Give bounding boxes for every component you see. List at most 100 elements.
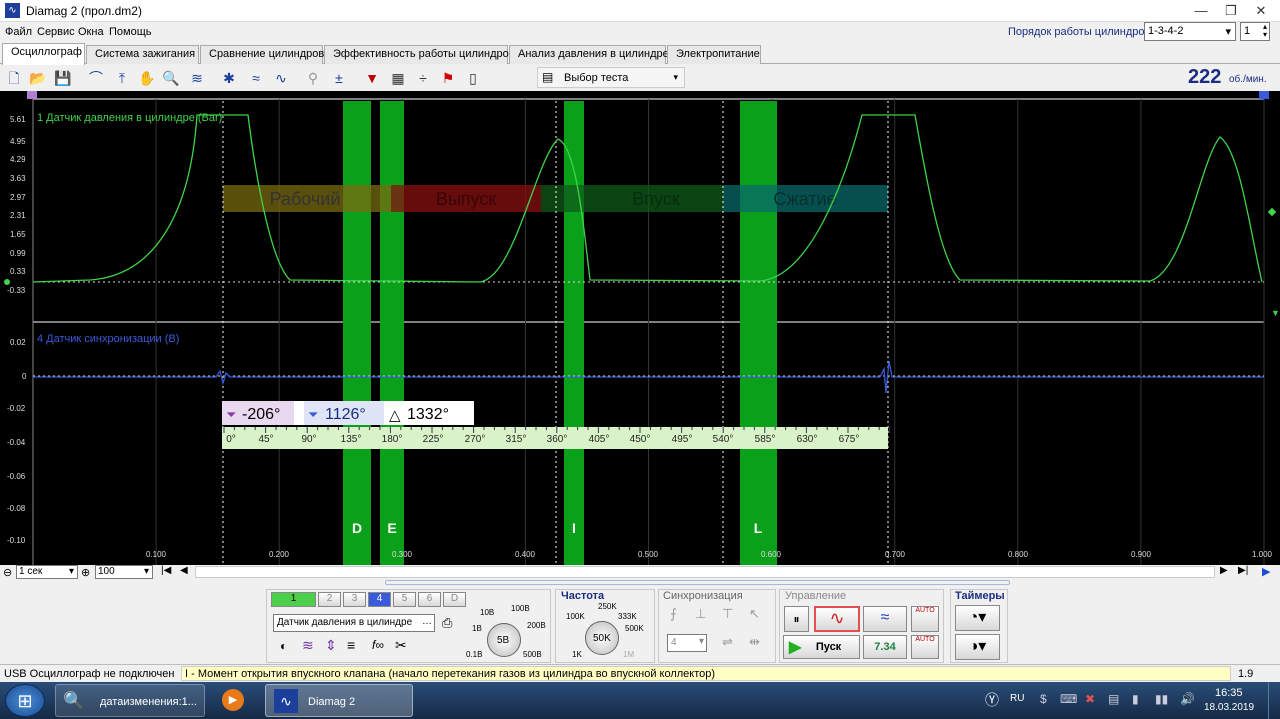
volume-icon[interactable]: 🔊 — [1180, 692, 1195, 706]
tab-cylinder-efficiency[interactable]: Эффективность работы цилиндров — [324, 45, 515, 64]
step-down-icon[interactable]: ⊤ — [722, 606, 733, 622]
menu-file[interactable]: Файл — [5, 26, 32, 38]
lines-icon[interactable]: ≡ — [347, 637, 355, 653]
cursor-icon[interactable]: ✱ — [219, 68, 239, 88]
hand-pan-icon[interactable]: ✋ — [137, 68, 157, 88]
sensor-select[interactable]: Датчик давления в цилиндре … — [273, 614, 435, 632]
scroll-down-arrow[interactable]: ▼ — [1271, 308, 1280, 318]
split-icon[interactable]: ÷ — [413, 68, 433, 88]
signal-icon[interactable]: ▮▮ — [1155, 692, 1168, 706]
channel-6-button[interactable]: 6 — [418, 592, 441, 607]
pause-button[interactable]: ⏸ — [784, 606, 809, 632]
rising-edge-icon[interactable]: ⨍ — [670, 606, 677, 622]
page-icon[interactable]: ▯ — [463, 68, 483, 88]
channel-1-button[interactable]: 1 — [271, 592, 316, 607]
channel-3-button[interactable]: 3 — [343, 592, 366, 607]
clock-time[interactable]: 16:35 — [1215, 687, 1243, 699]
oscilloscope-display[interactable]: Рабочий Выпуск Впуск Сжатие 1 Датчик дав… — [0, 91, 1280, 565]
timebase-select[interactable]: 1 сек ▾ — [16, 565, 78, 579]
minimize-button[interactable]: — — [1186, 0, 1216, 22]
scroll-last-icon[interactable]: ▶| — [1238, 565, 1248, 576]
tab-power[interactable]: Электропитание — [667, 45, 761, 64]
horizontal-scrollbar[interactable] — [195, 566, 1215, 578]
reset-icon[interactable]: ± — [329, 68, 349, 88]
sync-channel-select[interactable]: 4 ▾ — [667, 634, 707, 652]
filter-icon[interactable]: ▼ — [362, 68, 382, 88]
vertical-scale-icon[interactable]: ⇕ — [325, 637, 337, 654]
step-up-icon[interactable]: ⊥ — [695, 606, 706, 622]
grid-icon[interactable]: ▦ — [388, 68, 408, 88]
sync-level-icon[interactable]: ⇌ — [722, 634, 733, 650]
sync-arrows-icon[interactable]: ⇹ — [749, 634, 760, 650]
start-menu-button[interactable]: ⊞ — [5, 684, 45, 717]
channel-4-button[interactable]: 4 — [368, 592, 391, 607]
overlay-icon[interactable]: ∿ — [271, 68, 291, 88]
menu-service[interactable]: Сервис — [37, 26, 75, 38]
stack-icon[interactable]: ≋ — [187, 68, 207, 88]
menu-help[interactable]: Помощь — [109, 26, 152, 38]
show-desktop-button[interactable] — [1268, 682, 1280, 719]
tab-cylinder-compare[interactable]: Сравнение цилиндров — [200, 45, 324, 64]
scale-y-icon[interactable]: ⤒ — [112, 68, 132, 88]
voltage-knob[interactable]: 5В — [487, 623, 521, 657]
channel-2-button[interactable]: 2 — [318, 592, 341, 607]
tab-ignition[interactable]: Система зажигания — [86, 45, 199, 64]
tab-pressure-analysis[interactable]: Анализ давления в цилиндре — [509, 45, 669, 64]
cylinder-order-select[interactable]: 1-3-4-2 ▾ — [1144, 22, 1236, 41]
zoom-out-icon[interactable]: ⊖ — [3, 566, 12, 579]
panel-collapse-bar[interactable] — [385, 580, 1010, 585]
probe-icon[interactable]: ◐ — [280, 639, 287, 653]
new-file-icon[interactable]: 🗋 — [4, 68, 24, 88]
auto-icon[interactable]: ⚲ — [303, 68, 323, 88]
zoom-select[interactable]: 100 ▾ — [95, 565, 153, 579]
channel-d-button[interactable]: D — [443, 592, 466, 607]
battery-icon[interactable]: ▮ — [1132, 692, 1139, 706]
taskbar-item-diamag[interactable]: ∿ Diamag 2 — [265, 684, 413, 717]
tab-oscilloscope[interactable]: Осциллограф — [2, 43, 85, 65]
play-icon[interactable]: ▶ — [1262, 565, 1270, 578]
auto-trigger-button[interactable]: AUTO — [911, 606, 939, 632]
flag-icon[interactable]: ⚑ — [438, 68, 458, 88]
menu-windows[interactable]: Окна — [78, 26, 104, 38]
test-select[interactable]: ▤ Выбор теста ▾ — [537, 67, 685, 88]
cursor1-handle[interactable] — [27, 91, 37, 99]
clock-date[interactable]: 18.03.2019 — [1204, 702, 1254, 713]
frequency-knob[interactable]: 50K — [585, 621, 619, 655]
scroll-first-icon[interactable]: |◀ — [161, 565, 171, 576]
network-icon[interactable]: ▤ — [1108, 692, 1119, 706]
timer-1-button[interactable]: ◔▾ — [955, 605, 1000, 631]
channel-5-button[interactable]: 5 — [393, 592, 416, 607]
cylinder-number-spinner[interactable]: 1 ▴ ▾ — [1240, 22, 1270, 41]
taskbar-item-media[interactable]: ▶ — [210, 684, 260, 717]
close-button[interactable]: ✕ — [1246, 0, 1276, 22]
taskbar-item-search[interactable]: 🔍 датаизменения:1... — [55, 684, 205, 717]
scroll-right-icon[interactable]: ▶ — [1220, 565, 1228, 576]
single-wave-button[interactable]: ∿ — [814, 606, 860, 632]
auto-record-button[interactable]: AUTO — [911, 635, 939, 659]
timer-2-button[interactable]: ◑▾ — [955, 634, 1000, 660]
waveform-icon[interactable]: ≋ — [302, 637, 314, 654]
start-button[interactable]: ▶ Пуск — [783, 635, 860, 659]
y2-tick: -0.02 — [7, 404, 26, 413]
zoom-in-icon[interactable]: ⊕ — [81, 566, 90, 579]
language-indicator[interactable]: RU — [1010, 693, 1024, 704]
autoscale-icon[interactable]: ⌒ — [86, 68, 106, 88]
currency-icon[interactable]: $ — [1040, 692, 1047, 706]
tools-icon[interactable]: ✂ — [395, 637, 407, 654]
pointer-icon[interactable]: ↖ — [749, 606, 760, 622]
maximize-button[interactable]: ❐ — [1216, 0, 1246, 22]
sensor-settings-icon[interactable]: ⎙ — [442, 615, 452, 631]
keyboard-icon[interactable]: ⌨ — [1060, 692, 1077, 706]
zoom-icon[interactable]: 🔍 — [161, 68, 181, 88]
tools-tray-icon[interactable]: ✖ — [1085, 692, 1095, 706]
scroll-left-icon[interactable]: ◀ — [180, 565, 188, 576]
yandex-icon[interactable]: Ⓨ — [985, 690, 999, 710]
trigger-level-marker[interactable] — [1267, 207, 1277, 217]
channel1-offset-marker[interactable] — [4, 279, 10, 285]
function-icon[interactable]: f∞ — [372, 638, 384, 652]
save-icon[interactable]: 💾 — [53, 68, 73, 88]
cursor2-handle[interactable] — [1259, 91, 1269, 99]
multi-wave-button[interactable]: ≈ — [863, 606, 907, 632]
open-folder-icon[interactable]: 📂 — [28, 68, 48, 88]
waves-icon[interactable]: ≈ — [246, 68, 266, 88]
